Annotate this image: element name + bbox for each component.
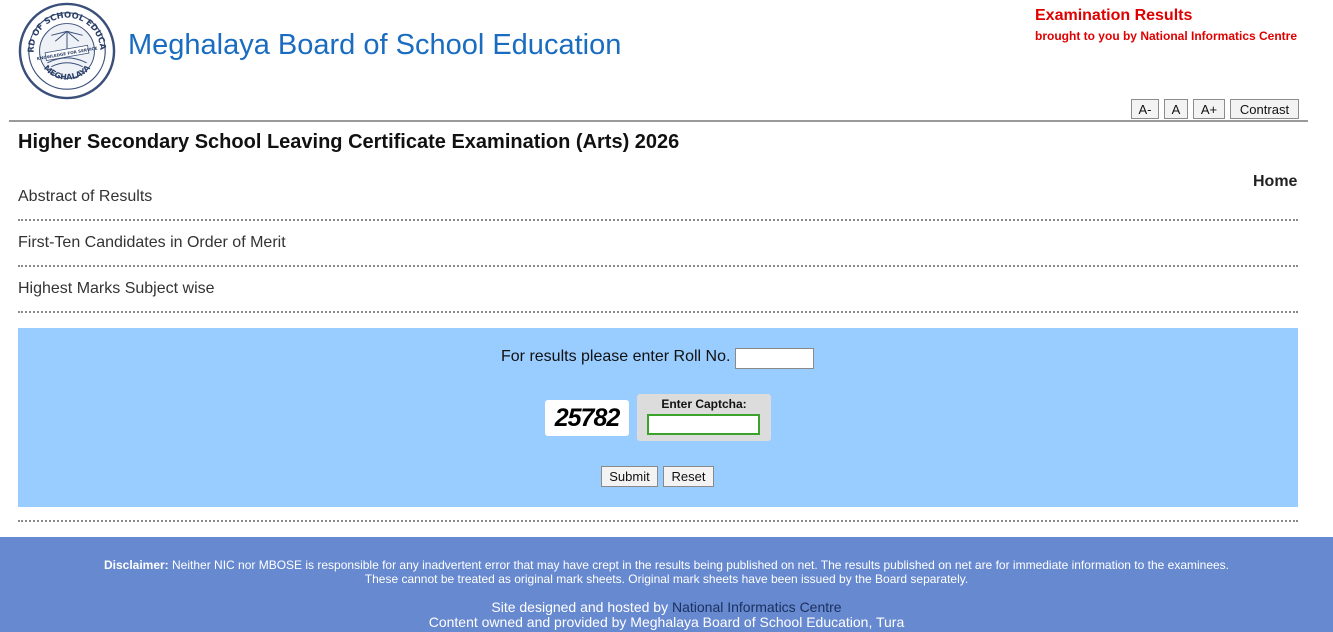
hosted-by-text: Site designed and hosted by National Inf… bbox=[0, 600, 1333, 615]
site-header: BOARD OF SCHOOL EDUCATION MEGHALAYA KNOW… bbox=[0, 0, 1333, 121]
menu-item-highest-marks-subject-wise[interactable]: Highest Marks Subject wise bbox=[18, 280, 215, 298]
dotted-divider bbox=[18, 520, 1298, 522]
contrast-button[interactable]: Contrast bbox=[1230, 99, 1299, 119]
results-form-panel: For results please enter Roll No. 25782 … bbox=[18, 328, 1298, 507]
nic-link[interactable]: National Informatics Centre bbox=[672, 599, 842, 615]
roll-number-label: For results please enter Roll No. bbox=[501, 348, 731, 365]
reset-button[interactable]: Reset bbox=[663, 466, 714, 487]
dotted-divider bbox=[18, 219, 1298, 221]
site-title: Meghalaya Board of School Education bbox=[128, 29, 622, 61]
disclaimer-line-2: These cannot be treated as original mark… bbox=[364, 572, 969, 586]
submit-button[interactable]: Submit bbox=[601, 466, 658, 487]
exam-results-heading: Examination Results bbox=[1035, 7, 1193, 24]
captcha-input[interactable] bbox=[647, 414, 760, 435]
font-decrease-button[interactable]: A- bbox=[1131, 99, 1159, 119]
font-size-controls: A- A A+ Contrast bbox=[1131, 99, 1299, 119]
content-owned-text: Content owned and provided by Meghalaya … bbox=[428, 614, 905, 630]
captcha-box: Enter Captcha: bbox=[637, 394, 771, 441]
menu-item-abstract-of-results[interactable]: Abstract of Results bbox=[18, 188, 152, 206]
mbose-logo: BOARD OF SCHOOL EDUCATION MEGHALAYA KNOW… bbox=[18, 2, 116, 100]
dotted-divider bbox=[18, 265, 1298, 267]
site-footer: Disclaimer: Neither NIC nor MBOSE is res… bbox=[0, 537, 1333, 632]
hosted-by-prefix: Site designed and hosted by bbox=[491, 599, 669, 615]
font-normal-button[interactable]: A bbox=[1164, 99, 1188, 119]
home-link[interactable]: Home bbox=[1253, 173, 1297, 191]
font-increase-button[interactable]: A+ bbox=[1193, 99, 1225, 119]
disclaimer-line-1: Neither NIC nor MBOSE is responsible for… bbox=[172, 558, 1230, 572]
captcha-label: Enter Captcha: bbox=[661, 397, 747, 411]
roll-number-input[interactable] bbox=[735, 348, 814, 369]
disclaimer-label: Disclaimer: bbox=[103, 558, 169, 572]
dotted-divider bbox=[18, 311, 1298, 313]
menu-item-first-ten-candidates[interactable]: First-Ten Candidates in Order of Merit bbox=[18, 234, 286, 252]
disclaimer-text: Disclaimer: Neither NIC nor MBOSE is res… bbox=[0, 558, 1333, 586]
header-divider bbox=[9, 120, 1308, 122]
page-title: Higher Secondary School Leaving Certific… bbox=[18, 131, 680, 153]
brought-by-text: brought to you by National Informatics C… bbox=[1035, 29, 1298, 43]
captcha-image: 25782 bbox=[545, 400, 629, 436]
